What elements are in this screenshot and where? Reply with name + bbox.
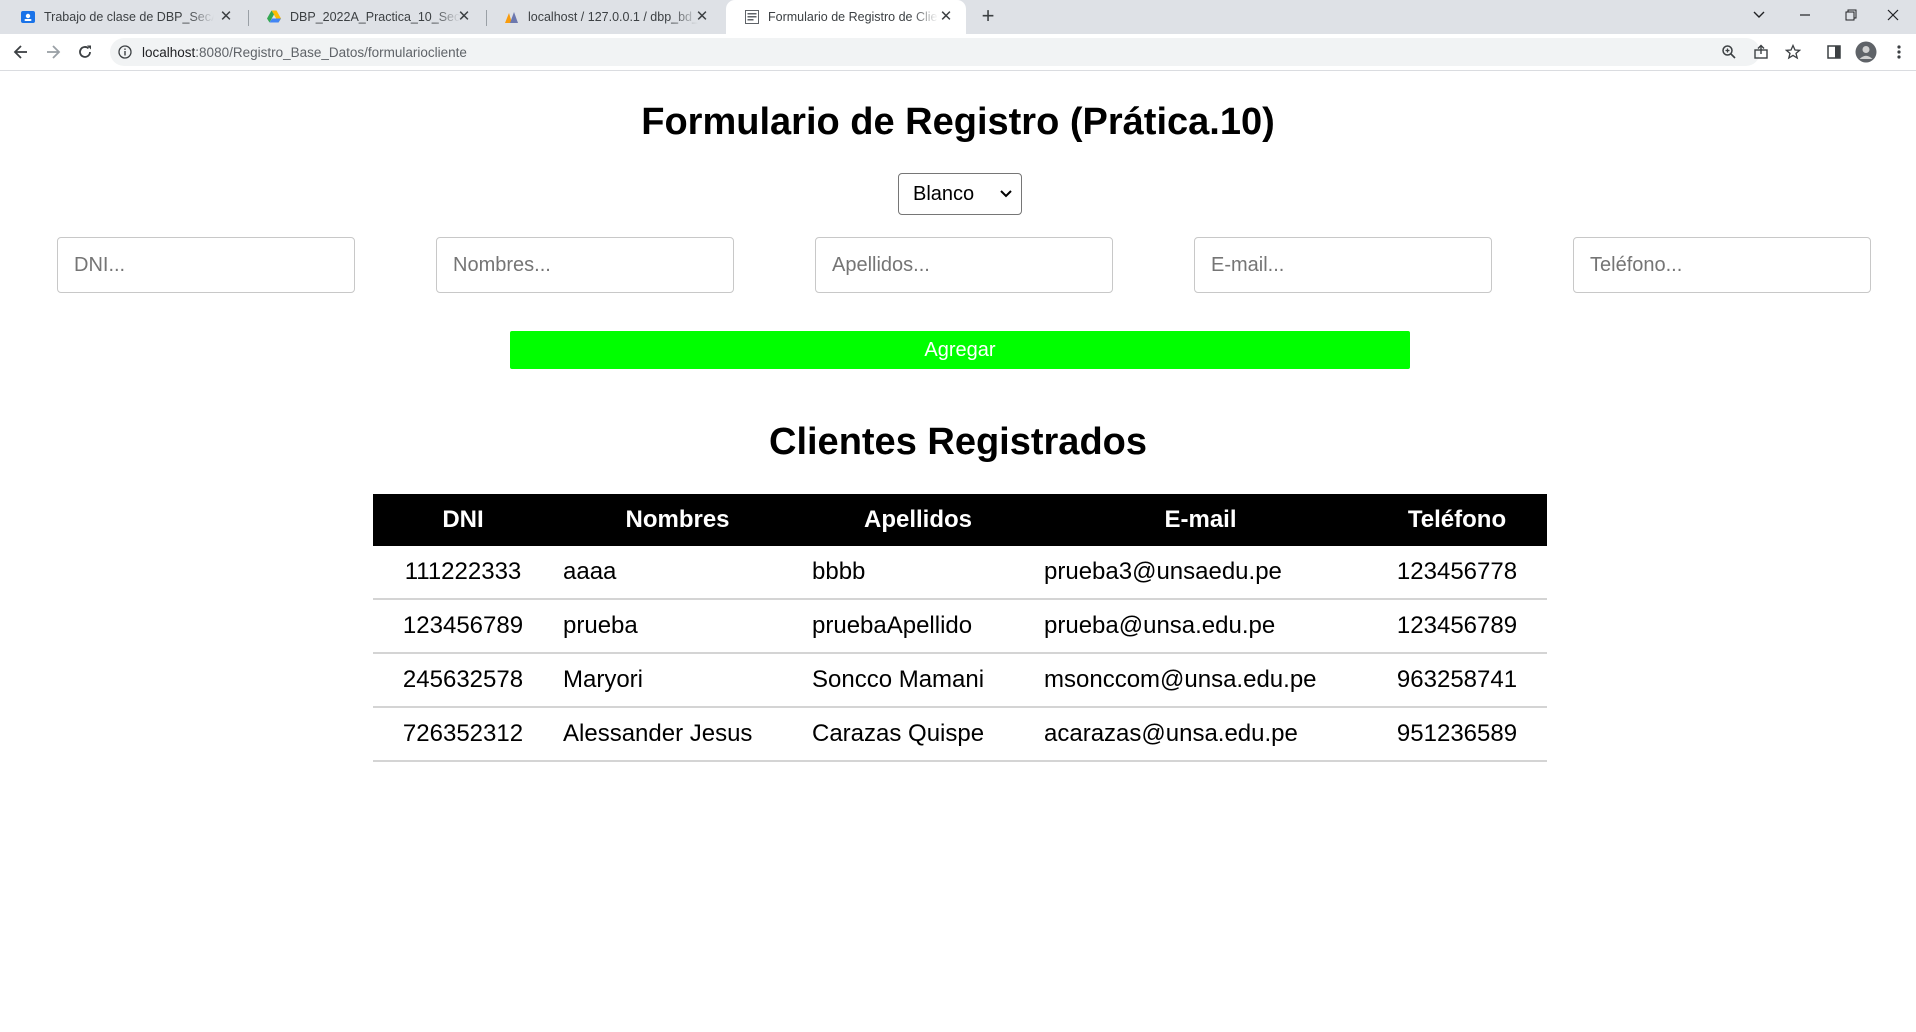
cell-telefono: 963258741 [1367, 653, 1547, 708]
page-title: Formulario de Registro (Prática.10) [641, 101, 1275, 143]
dni-input[interactable] [57, 237, 355, 293]
cell-nombres: prueba [553, 599, 802, 654]
chevron-down-icon [999, 185, 1013, 209]
new-tab-icon[interactable]: + [976, 5, 1000, 29]
cell-telefono: 123456778 [1367, 546, 1547, 600]
reload-icon[interactable] [73, 40, 97, 64]
cell-dni: 123456789 [373, 599, 553, 654]
cell-email: prueba@unsa.edu.pe [1034, 599, 1367, 654]
email-input[interactable] [1194, 237, 1492, 293]
share-icon[interactable] [1749, 40, 1773, 64]
classroom-icon [20, 9, 36, 25]
clients-table: DNI Nombres Apellidos E-mail Teléfono 11… [373, 494, 1547, 762]
site-info-icon[interactable] [118, 45, 132, 59]
table-row: 726352312 Alessander Jesus Carazas Quisp… [373, 707, 1547, 762]
agregar-button[interactable]: Agregar [510, 331, 1410, 369]
header-dni: DNI [373, 494, 553, 546]
restore-icon[interactable] [1828, 0, 1874, 30]
browser-tab-1[interactable]: Trabajo de clase de DBP_SecA_2022 ✕ [2, 0, 246, 34]
url-path: :8080/Registro_Base_Datos/formularioclie… [195, 44, 467, 60]
zoom-icon[interactable] [1717, 40, 1741, 64]
phpmyadmin-icon [504, 9, 520, 25]
page-icon [744, 9, 760, 25]
cell-nombres: Maryori [553, 653, 802, 708]
forward-icon[interactable] [41, 40, 65, 64]
cell-apellidos: bbbb [802, 546, 1034, 600]
cell-apellidos: Soncco Mamani [802, 653, 1034, 708]
more-menu-icon[interactable] [1887, 40, 1911, 64]
close-tab-icon[interactable]: ✕ [456, 9, 472, 25]
tab-title: Formulario de Registro de Clientes [768, 10, 938, 24]
theme-select-value: Blanco [913, 182, 975, 205]
cell-email: prueba3@unsaedu.pe [1034, 546, 1367, 600]
header-nombres: Nombres [553, 494, 802, 546]
cell-telefono: 123456789 [1367, 599, 1547, 654]
cell-email: acarazas@unsa.edu.pe [1034, 707, 1367, 762]
table-row: 245632578 Maryori Soncco Mamani msonccom… [373, 653, 1547, 708]
theme-select[interactable]: Blanco [898, 173, 1022, 215]
cell-nombres: aaaa [553, 546, 802, 600]
nombres-input[interactable] [436, 237, 734, 293]
cell-apellidos: pruebaApellido [802, 599, 1034, 654]
close-tab-icon[interactable]: ✕ [938, 9, 954, 25]
tab-search-icon[interactable] [1736, 0, 1782, 30]
browser-toolbar: localhost:8080/Registro_Base_Datos/formu… [0, 34, 1916, 71]
back-icon[interactable] [9, 40, 33, 64]
apellidos-input[interactable] [815, 237, 1113, 293]
table-row: 111222333 aaaa bbbb prueba3@unsaedu.pe 1… [373, 546, 1547, 600]
side-panel-icon[interactable] [1822, 40, 1846, 64]
tab-title: Trabajo de clase de DBP_SecA_2022 [44, 10, 214, 24]
table-row: 123456789 prueba pruebaApellido prueba@u… [373, 599, 1547, 654]
browser-tab-strip: Trabajo de clase de DBP_SecA_2022 ✕ DBP_… [0, 0, 1916, 34]
close-tab-icon[interactable]: ✕ [218, 9, 234, 25]
profile-avatar[interactable] [1854, 40, 1878, 64]
address-bar[interactable]: localhost:8080/Registro_Base_Datos/formu… [110, 38, 1760, 66]
tab-title: localhost / 127.0.0.1 / dbp_bd_cd [528, 10, 698, 24]
header-email: E-mail [1034, 494, 1367, 546]
header-apellidos: Apellidos [802, 494, 1034, 546]
url-host: localhost [142, 44, 196, 60]
tab-title: DBP_2022A_Practica_10_SecA.pdf [290, 10, 460, 24]
browser-tab-active[interactable]: Formulario de Registro de Clientes ✕ [726, 0, 966, 34]
cell-dni: 726352312 [373, 707, 553, 762]
google-drive-icon [266, 9, 282, 25]
close-window-icon[interactable] [1870, 0, 1916, 30]
browser-tab-3[interactable]: localhost / 127.0.0.1 / dbp_bd_cd ✕ [486, 0, 722, 34]
clients-section-title: Clientes Registrados [769, 421, 1147, 463]
cell-telefono: 951236589 [1367, 707, 1547, 762]
close-tab-icon[interactable]: ✕ [694, 9, 710, 25]
cell-email: msonccom@unsa.edu.pe [1034, 653, 1367, 708]
cell-dni: 245632578 [373, 653, 553, 708]
browser-tab-2[interactable]: DBP_2022A_Practica_10_SecA.pdf ✕ [248, 0, 484, 34]
cell-dni: 111222333 [373, 546, 553, 600]
table-header-row: DNI Nombres Apellidos E-mail Teléfono [373, 494, 1547, 546]
telefono-input[interactable] [1573, 237, 1871, 293]
cell-apellidos: Carazas Quispe [802, 707, 1034, 762]
cell-nombres: Alessander Jesus [553, 707, 802, 762]
bookmark-star-icon[interactable] [1781, 40, 1805, 64]
minimize-icon[interactable] [1782, 0, 1828, 30]
header-telefono: Teléfono [1367, 494, 1547, 546]
